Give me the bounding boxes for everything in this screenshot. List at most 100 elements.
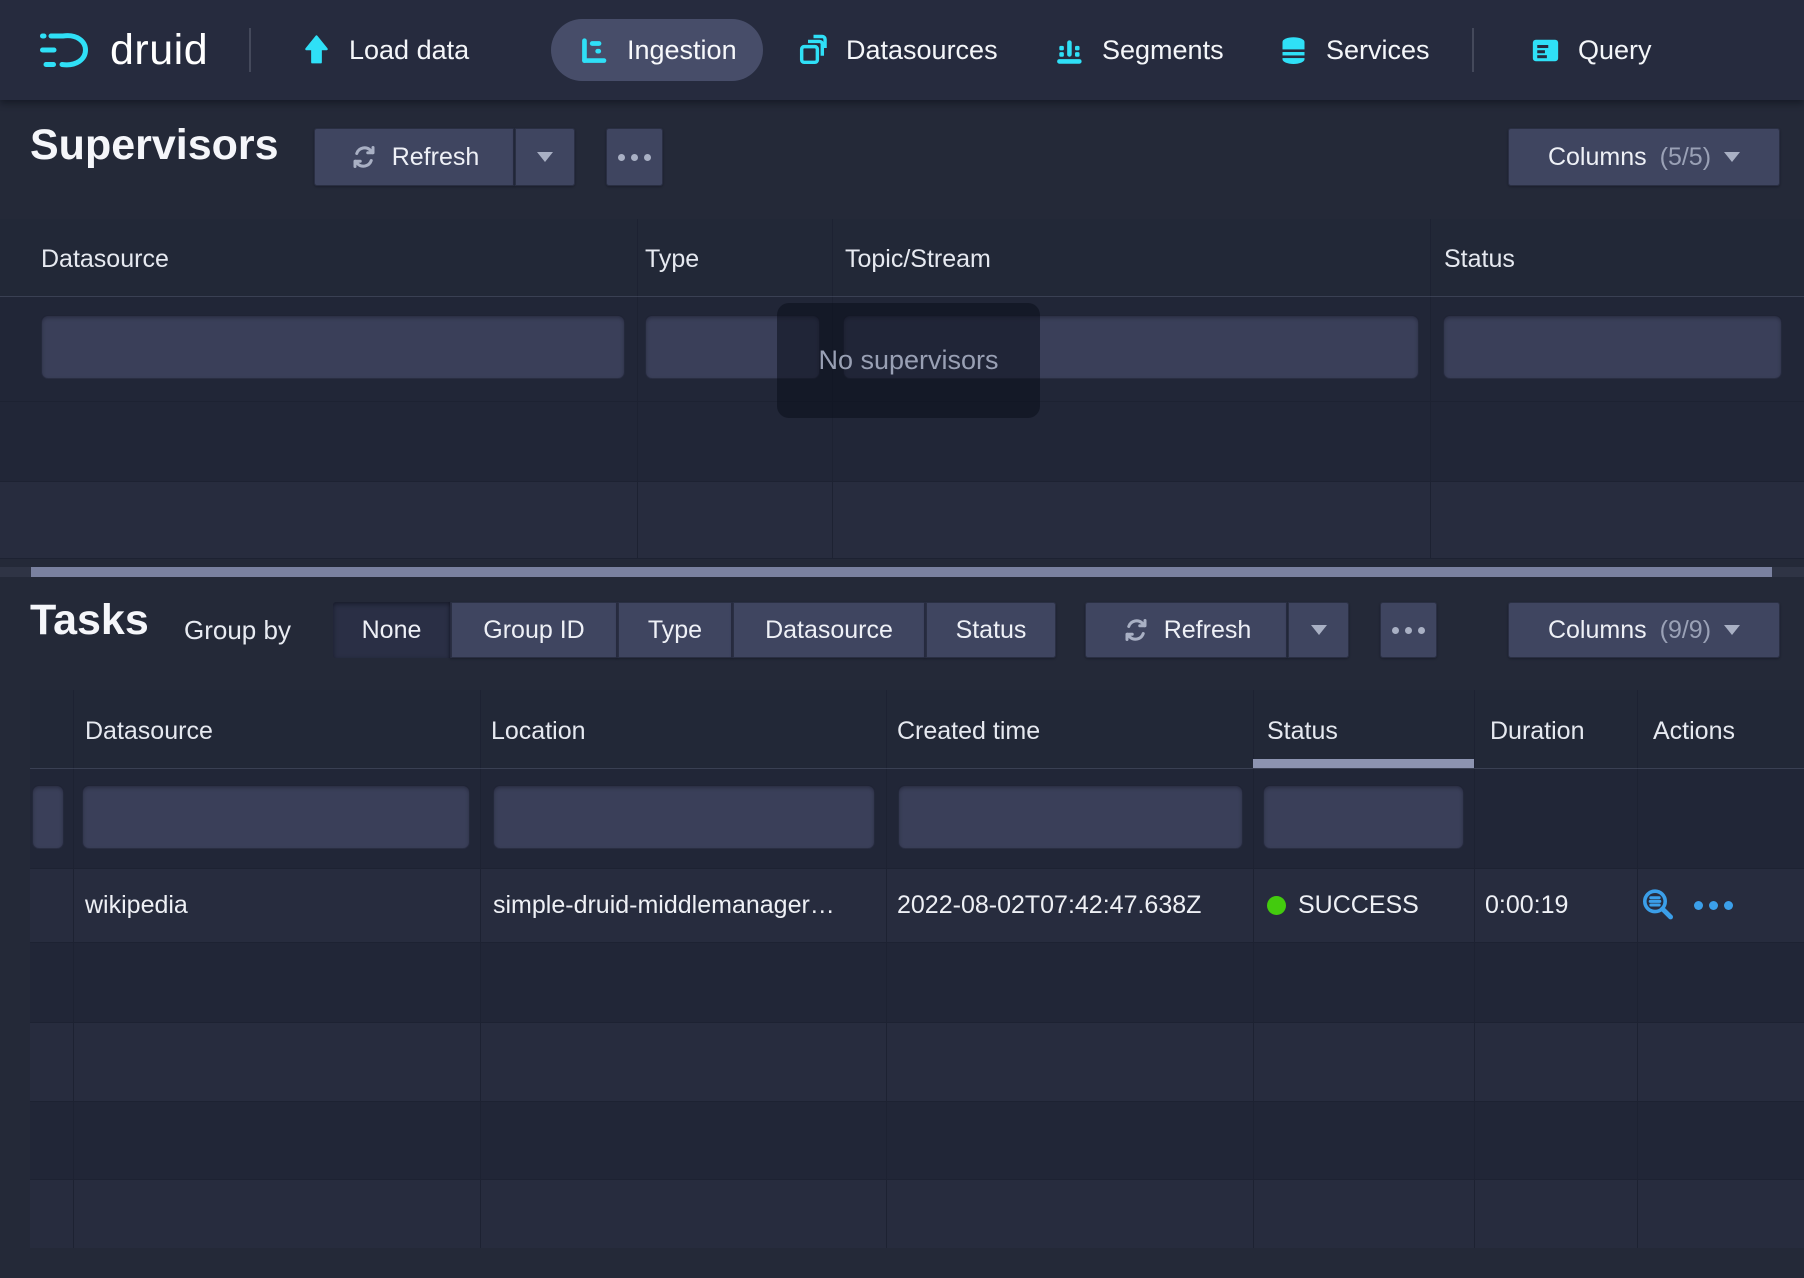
button-label: Status <box>956 616 1027 645</box>
group-by-label: Group by <box>184 602 291 658</box>
column-divider <box>637 219 638 559</box>
druid-logo[interactable]: druid <box>38 0 208 100</box>
nav-divider <box>249 28 251 72</box>
row-divider <box>30 1101 1804 1102</box>
column-divider <box>886 690 887 1248</box>
task-status-cell[interactable]: SUCCESS <box>1267 868 1419 942</box>
supervisors-more-button[interactable] <box>606 128 663 186</box>
nav-item-datasources[interactable]: Datasources <box>797 0 998 100</box>
task-created-time-cell[interactable]: 2022-08-02T07:42:47.638Z <box>897 868 1201 942</box>
sort-indicator-status <box>1253 759 1474 768</box>
tasks-toolbar: Tasks Group by None Group ID Type Dataso… <box>0 602 1804 658</box>
column-header-type[interactable]: Type <box>645 245 699 274</box>
group-by-status-button[interactable]: Status <box>925 602 1056 658</box>
nav-item-ingestion-active[interactable]: Ingestion <box>551 19 763 81</box>
column-header-datasource[interactable]: Datasource <box>41 245 169 274</box>
refresh-icon <box>1121 615 1151 645</box>
brand-name: druid <box>110 26 208 75</box>
refresh-label: Refresh <box>1164 616 1252 645</box>
nav-item-services[interactable]: Services <box>1277 0 1430 100</box>
column-header-status[interactable]: Status <box>1444 245 1515 274</box>
status-text: SUCCESS <box>1298 891 1419 920</box>
datasource-filter-input[interactable] <box>41 315 625 379</box>
columns-count: (9/9) <box>1660 616 1711 645</box>
supervisors-refresh-button[interactable]: Refresh <box>314 128 514 186</box>
success-status-dot <box>1267 896 1286 915</box>
task-location-cell[interactable]: simple-druid-middlemanager… <box>493 868 835 942</box>
table-row <box>30 1022 1804 1101</box>
nav-item-query[interactable]: Query <box>1529 0 1652 100</box>
button-label: Type <box>648 616 702 645</box>
tasks-more-button[interactable] <box>1380 602 1437 658</box>
task-id-filter-input[interactable] <box>32 785 64 849</box>
druid-logo-icon <box>38 26 96 74</box>
column-divider <box>1253 690 1254 1248</box>
group-by-datasource-button[interactable]: Datasource <box>732 602 925 658</box>
columns-label: Columns <box>1548 616 1647 645</box>
column-header-topic-stream[interactable]: Topic/Stream <box>845 245 991 274</box>
nav-divider <box>1472 28 1474 72</box>
task-duration-cell[interactable]: 0:00:19 <box>1485 868 1568 942</box>
tasks-refresh-dropdown-button[interactable] <box>1287 602 1349 658</box>
nav-label: Load data <box>349 35 469 66</box>
inspect-magnifier-icon[interactable] <box>1640 887 1676 923</box>
row-more-actions-icon[interactable] <box>1694 901 1733 910</box>
chevron-down-icon <box>537 152 553 162</box>
created-time-filter-input[interactable] <box>898 785 1243 849</box>
supervisors-table: Datasource Type Topic/Stream Status No s… <box>0 219 1804 559</box>
chevron-down-icon <box>1311 625 1327 635</box>
nav-label: Segments <box>1102 35 1224 66</box>
more-dots-icon <box>1392 627 1425 634</box>
nav-label: Ingestion <box>627 35 737 66</box>
more-dots-icon <box>618 154 651 161</box>
group-by-none-button[interactable]: None <box>333 602 450 658</box>
tasks-table: Datasource Location Created time Status … <box>30 690 1804 1248</box>
horizontal-scrollbar-thumb[interactable] <box>31 567 1772 577</box>
refresh-icon <box>349 142 379 172</box>
group-by-group-id-button[interactable]: Group ID <box>450 602 617 658</box>
stacked-panels-icon <box>797 34 830 67</box>
datasource-filter-input[interactable] <box>82 785 470 849</box>
nav-item-load-data[interactable]: Load data <box>300 0 469 100</box>
nav-label: Query <box>1578 35 1652 66</box>
nav-label: Datasources <box>846 35 998 66</box>
column-divider <box>480 690 481 1248</box>
location-filter-input[interactable] <box>493 785 875 849</box>
refresh-label: Refresh <box>392 143 480 172</box>
column-header-duration[interactable]: Duration <box>1490 717 1585 746</box>
button-label: Datasource <box>765 616 893 645</box>
column-header-actions[interactable]: Actions <box>1653 717 1735 746</box>
row-divider <box>0 558 1804 559</box>
supervisors-toolbar: Supervisors Refresh Columns (5/5) <box>0 128 1804 186</box>
nav-item-segments[interactable]: Segments <box>1053 0 1224 100</box>
row-divider <box>30 942 1804 943</box>
status-filter-input[interactable] <box>1443 315 1782 379</box>
table-row <box>0 481 1804 559</box>
nav-label: Services <box>1326 35 1430 66</box>
task-datasource-cell[interactable]: wikipedia <box>85 868 188 942</box>
no-supervisors-message: No supervisors <box>777 303 1040 418</box>
upload-arrow-icon <box>300 34 333 67</box>
chevron-down-icon <box>1724 152 1740 162</box>
header-divider <box>30 768 1804 769</box>
column-divider <box>73 690 74 1248</box>
tasks-columns-button[interactable]: Columns (9/9) <box>1508 602 1780 658</box>
column-header-datasource[interactable]: Datasource <box>85 717 213 746</box>
table-row <box>30 1179 1804 1248</box>
tasks-refresh-button[interactable]: Refresh <box>1085 602 1287 658</box>
database-icon <box>1277 34 1310 67</box>
status-filter-input[interactable] <box>1263 785 1464 849</box>
column-divider <box>1474 690 1475 1248</box>
group-by-type-button[interactable]: Type <box>617 602 732 658</box>
columns-count: (5/5) <box>1660 143 1711 172</box>
column-header-created-time[interactable]: Created time <box>897 717 1040 746</box>
task-actions-cell <box>1640 868 1733 942</box>
header-divider <box>0 296 1804 297</box>
supervisors-columns-button[interactable]: Columns (5/5) <box>1508 128 1780 186</box>
column-header-status-sorted[interactable]: Status <box>1267 717 1338 746</box>
horizontal-scrollbar-track[interactable] <box>0 567 1804 577</box>
supervisors-refresh-dropdown-button[interactable] <box>514 128 575 186</box>
chevron-down-icon <box>1724 625 1740 635</box>
top-navbar: druid Load data Ingestion Datasources <box>0 0 1804 100</box>
column-header-location[interactable]: Location <box>491 717 586 746</box>
